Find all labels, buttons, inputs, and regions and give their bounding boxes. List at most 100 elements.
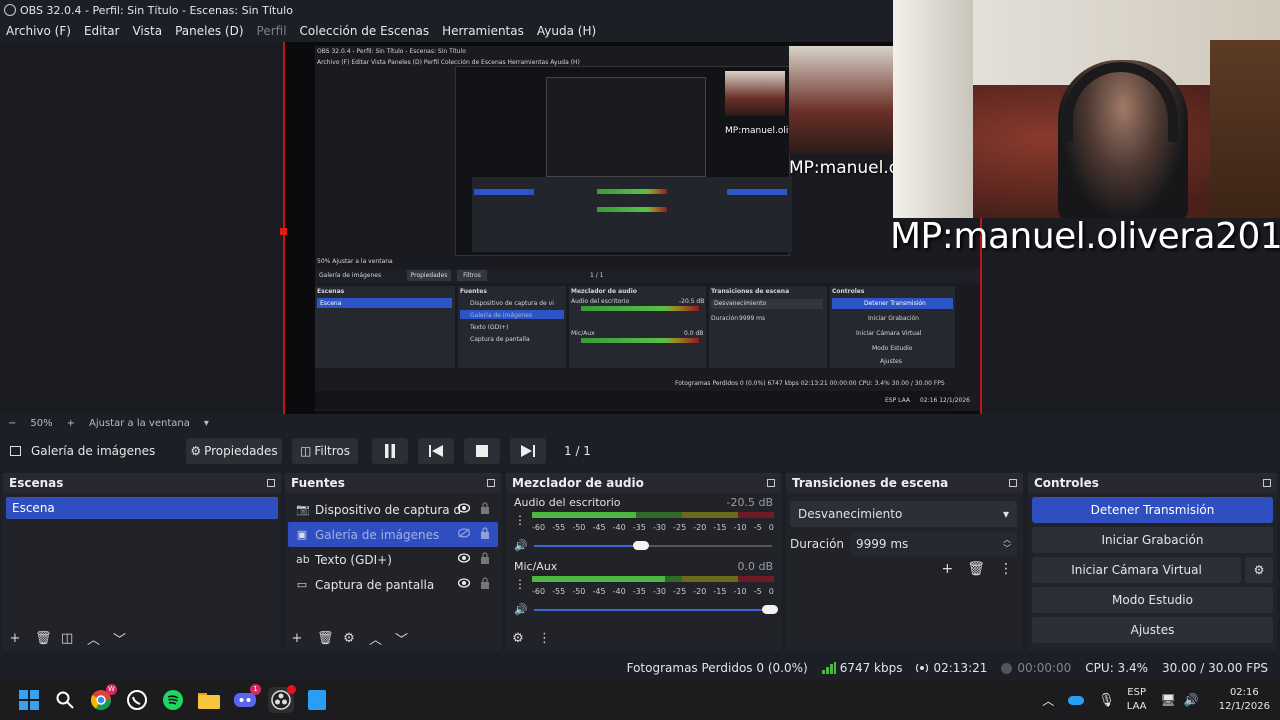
menu-vista[interactable]: Vista <box>132 24 162 38</box>
undock-icon[interactable] <box>1009 479 1017 487</box>
source-item[interactable]: ab Texto (GDI+) <box>288 547 498 572</box>
meter-tick-label: -5 <box>753 587 762 596</box>
kebab-menu-icon[interactable]: ⋮ <box>514 513 526 527</box>
meter-tick-label: -40 <box>612 523 626 532</box>
inner-pages: 1 / 1 <box>590 272 604 279</box>
discord-icon[interactable]: 1 <box>232 684 261 713</box>
tray-chevron-up-icon[interactable]: ︿ <box>1042 692 1054 709</box>
gear-icon[interactable]: ⚙ <box>343 631 355 646</box>
speaker-icon[interactable]: 🔊 <box>514 539 528 552</box>
pause-button[interactable] <box>372 438 408 464</box>
lock-icon[interactable] <box>480 552 490 564</box>
menu-herramientas[interactable]: Herramientas <box>442 24 524 38</box>
source-item-selected[interactable]: ▣ Galería de imágenes <box>288 522 498 547</box>
eye-off-icon[interactable] <box>458 528 470 538</box>
menu-paneles[interactable]: Paneles (D) <box>175 24 243 38</box>
file-explorer-icon[interactable] <box>196 687 222 713</box>
duration-spinbox[interactable]: 9999 ms ︿ ﹀ <box>850 532 1017 556</box>
spotify-icon[interactable] <box>160 687 186 713</box>
previous-button[interactable] <box>418 438 454 464</box>
transition-select[interactable]: Desvanecimiento ▾ <box>790 501 1017 527</box>
lock-icon[interactable] <box>480 577 490 589</box>
next-button[interactable] <box>510 438 546 464</box>
language-indicator[interactable]: ESP LAA <box>1127 686 1147 714</box>
settings-button[interactable]: Ajustes <box>1032 617 1273 643</box>
previous-icon <box>429 445 443 457</box>
eye-icon[interactable] <box>458 578 470 588</box>
eye-icon[interactable] <box>458 553 470 563</box>
filter-icon[interactable]: ◫ <box>61 631 73 646</box>
chevron-down-icon[interactable]: ﹀ <box>395 629 408 648</box>
add-icon[interactable]: + <box>9 631 21 646</box>
kebab-menu-icon[interactable]: ⋮ <box>999 561 1013 577</box>
volume-icon[interactable]: 🔊 <box>1184 693 1199 707</box>
chevron-down-icon[interactable]: ﹀ <box>113 629 126 648</box>
image-slideshow-icon <box>10 446 21 456</box>
virtual-camera-settings-button[interactable]: ⚙ <box>1245 557 1273 583</box>
kebab-menu-icon[interactable]: ⋮ <box>514 577 526 591</box>
eye-icon[interactable] <box>458 503 470 513</box>
spin-arrows-icon[interactable]: ︿ ﹀ <box>1003 535 1011 553</box>
menu-archivo[interactable]: Archivo (F) <box>6 24 71 38</box>
trash-icon[interactable]: 🗑 <box>317 631 334 646</box>
lock-icon[interactable] <box>480 502 490 514</box>
zoom-in-button[interactable]: + <box>67 418 75 429</box>
zoom-level: 50% <box>30 417 53 429</box>
obs-taskbar-icon[interactable] <box>268 685 296 713</box>
zoom-out-button[interactable]: − <box>8 418 16 429</box>
meter-green-zone <box>665 576 683 582</box>
gear-icon[interactable]: ⚙ <box>512 631 524 646</box>
undock-icon[interactable] <box>487 479 495 487</box>
undock-icon[interactable] <box>1263 479 1271 487</box>
menu-coleccion-escenas[interactable]: Colección de Escenas <box>300 24 430 38</box>
filters-button[interactable]: ◫ Filtros <box>292 438 358 464</box>
controls-dock: Controles Detener Transmisión Iniciar Gr… <box>1028 473 1277 651</box>
slider-track <box>534 545 644 547</box>
clock[interactable]: 02:16 12/1/2026 <box>1219 686 1270 714</box>
chevron-up-icon[interactable]: ︿ <box>87 629 100 648</box>
trash-icon[interactable]: 🗑 <box>967 561 985 577</box>
trash-icon[interactable]: 🗑 <box>35 631 52 646</box>
stop-button[interactable] <box>464 438 500 464</box>
start-virtual-camera-button[interactable]: Iniciar Cámara Virtual <box>1032 557 1241 583</box>
zoom-dropdown-icon[interactable]: ▾ <box>204 418 209 429</box>
chevron-up-icon[interactable]: ︿ <box>369 629 382 648</box>
add-icon[interactable]: + <box>291 631 303 646</box>
volume-slider[interactable]: 🔊 <box>514 602 778 618</box>
inner-ch2-db: 0.0 dB <box>684 330 704 337</box>
resize-handle[interactable] <box>280 228 287 235</box>
lock-icon[interactable] <box>480 527 490 539</box>
meter-tick-label: -15 <box>713 523 727 532</box>
onedrive-icon[interactable] <box>1068 695 1085 705</box>
undock-icon[interactable] <box>767 479 775 487</box>
whatsapp-icon[interactable] <box>124 687 150 713</box>
kebab-menu-icon[interactable]: ⋮ <box>538 631 551 646</box>
scene-item[interactable]: Escena <box>6 497 278 519</box>
add-icon[interactable]: + <box>941 561 953 577</box>
speaker-icon[interactable]: 🔊 <box>514 603 528 616</box>
network-icon[interactable]: 🖥 <box>1161 693 1176 707</box>
slider-knob[interactable] <box>633 541 650 550</box>
stop-icon <box>476 445 488 457</box>
windows-start-icon[interactable] <box>16 687 42 713</box>
search-icon[interactable] <box>52 687 78 713</box>
volume-slider[interactable]: 🔊 <box>514 538 773 554</box>
studio-mode-button[interactable]: Modo Estudio <box>1032 587 1273 613</box>
inner-nested-scene <box>474 189 534 195</box>
app-icon[interactable] <box>304 687 330 713</box>
system-tray: ︿ 🎙 ESP LAA 🖥 🔊 02:16 12/1/2026 <box>1042 680 1270 720</box>
duration-label: Duración <box>790 537 845 551</box>
properties-button[interactable]: ⚙ Propiedades <box>186 438 282 464</box>
source-item[interactable]: 📷 Dispositivo de captura de vi <box>288 497 498 522</box>
inner-nested-docks <box>472 177 792 252</box>
chrome-icon[interactable]: W <box>88 684 117 713</box>
slider-knob[interactable] <box>762 605 778 614</box>
menu-ayuda[interactable]: Ayuda (H) <box>537 24 596 38</box>
undock-icon[interactable] <box>267 479 275 487</box>
preview-canvas[interactable]: OBS 32.0.4 - Perfil: Sin Título - Escena… <box>283 42 982 414</box>
source-item[interactable]: ▭ Captura de pantalla <box>288 572 498 597</box>
microphone-icon[interactable]: 🎙 <box>1098 693 1115 708</box>
stop-streaming-button[interactable]: Detener Transmisión <box>1032 497 1273 523</box>
menu-editar[interactable]: Editar <box>84 24 120 38</box>
start-recording-button[interactable]: Iniciar Grabación <box>1032 527 1273 553</box>
